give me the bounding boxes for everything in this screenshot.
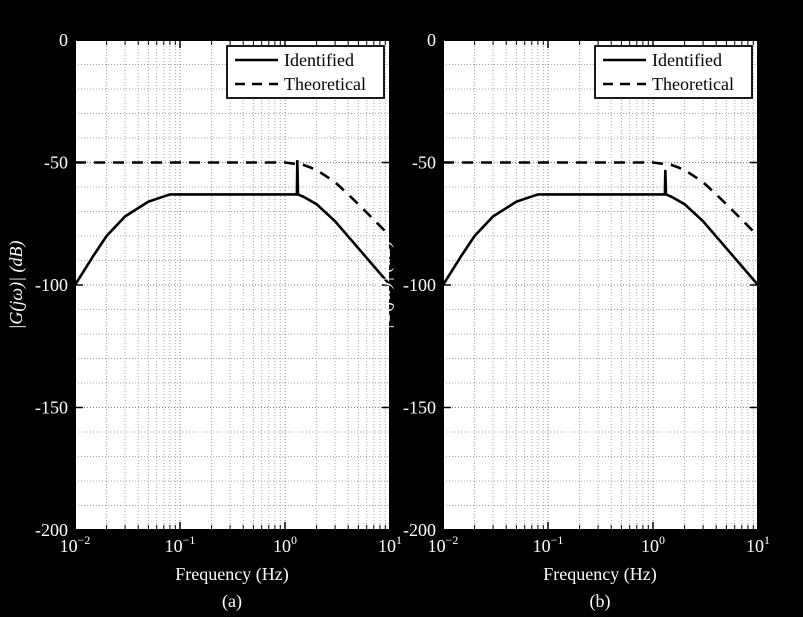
ylabel: |G(jω)| (dB) — [374, 240, 395, 329]
xlabel: Frequency (Hz) — [175, 564, 288, 585]
ytick-labels: -200 -150 -100 -50 0 — [403, 30, 436, 540]
svg-text:-50: -50 — [44, 153, 68, 173]
legend-theoretical: Theoretical — [284, 74, 366, 94]
xtick-labels: 10−2 10−1 100 101 — [60, 533, 402, 556]
legend-theoretical: Theoretical — [652, 74, 734, 94]
svg-text:-150: -150 — [403, 398, 436, 418]
subtitle-a: (a) — [222, 591, 242, 612]
legend: Identified Theoretical — [227, 46, 384, 98]
svg-text:0: 0 — [59, 30, 68, 50]
ylabel: |G(jω)| (dB) — [6, 240, 27, 329]
svg-text:10−1: 10−1 — [165, 533, 196, 556]
chart-a: -200 -150 -100 -50 0 10−2 10−1 100 101 F… — [6, 30, 402, 612]
svg-text:10−2: 10−2 — [60, 533, 91, 556]
svg-text:-100: -100 — [403, 275, 436, 295]
xlabel: Frequency (Hz) — [543, 564, 656, 585]
legend-identified: Identified — [284, 50, 354, 70]
xtick-labels: 10−2 10−1 100 101 — [428, 533, 770, 556]
figure-svg: -200 -150 -100 -50 0 10−2 10−1 100 101 F… — [0, 0, 803, 617]
ytick-labels: -200 -150 -100 -50 0 — [35, 30, 68, 540]
svg-text:10−2: 10−2 — [428, 533, 459, 556]
legend: Identified Theoretical — [595, 46, 752, 98]
svg-text:10−1: 10−1 — [533, 533, 564, 556]
svg-text:100: 100 — [641, 533, 665, 556]
subtitle-b: (b) — [590, 591, 611, 612]
svg-text:-50: -50 — [412, 153, 436, 173]
svg-text:-100: -100 — [35, 275, 68, 295]
svg-text:-150: -150 — [35, 398, 68, 418]
svg-text:0: 0 — [427, 30, 436, 50]
legend-identified: Identified — [652, 50, 722, 70]
figure-canvas: -200 -150 -100 -50 0 10−2 10−1 100 101 F… — [0, 0, 803, 617]
svg-text:101: 101 — [378, 533, 402, 556]
chart-b: -200 -150 -100 -50 0 10−2 10−1 100 101 F… — [374, 30, 770, 612]
svg-text:100: 100 — [273, 533, 297, 556]
svg-text:101: 101 — [746, 533, 770, 556]
